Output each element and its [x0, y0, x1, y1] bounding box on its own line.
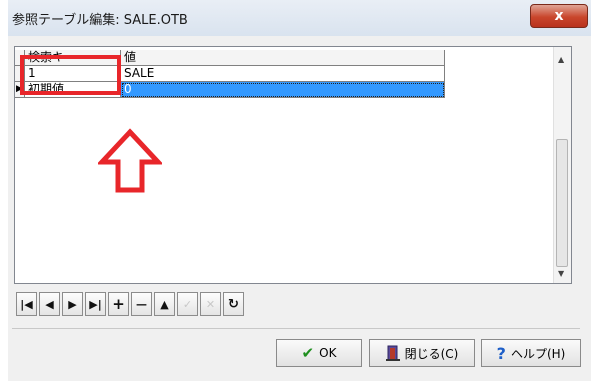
next-record-icon: ▶ [68, 297, 77, 311]
nav-next-button[interactable]: ▶ [62, 292, 83, 316]
nav-first-button[interactable]: |◀ [16, 292, 37, 316]
last-record-icon: ▶| [89, 297, 102, 311]
nav-last-button[interactable]: ▶| [85, 292, 106, 316]
ok-button[interactable]: ✔ OK [276, 339, 362, 367]
help-button[interactable]: ? ヘルプ(H) [481, 339, 581, 367]
cancel-icon: ✕ [205, 297, 216, 311]
vertical-scrollbar[interactable]: ▲ ▼ [553, 47, 571, 283]
first-record-icon: |◀ [20, 297, 33, 311]
checkmark-icon: ✔ [301, 344, 315, 362]
check-icon: ✓ [182, 297, 193, 311]
scroll-up-icon[interactable]: ▲ [558, 55, 564, 64]
help-label: ヘルプ(H) [510, 346, 566, 361]
annotation-rectangle [20, 55, 121, 95]
close-window-button[interactable]: x [530, 4, 588, 28]
nav-refresh-button[interactable]: ↻ [223, 292, 244, 316]
minus-icon: — [136, 297, 147, 311]
help-icon: ? [496, 343, 506, 363]
row-value-cell[interactable]: SALE [121, 66, 445, 82]
close-label: 閉じる(C) [404, 346, 459, 361]
divider [12, 328, 580, 329]
nav-post-button[interactable]: ✓ [177, 292, 198, 316]
close-button[interactable]: 閉じる(C) [369, 339, 475, 367]
window-title: 参照テーブル編集: SALE.OTB [12, 13, 188, 28]
nav-cancel-button[interactable]: ✕ [200, 292, 221, 316]
nav-prior-button[interactable]: ◀ [39, 292, 60, 316]
title-bar[interactable]: 参照テーブル編集: SALE.OTB x [8, 0, 591, 36]
annotation-arrow-icon [98, 128, 162, 193]
prior-record-icon: ◀ [45, 297, 54, 311]
nav-insert-button[interactable]: + [108, 292, 129, 316]
refresh-icon: ↻ [228, 296, 239, 312]
plus-icon: + [112, 295, 125, 313]
scroll-down-icon[interactable]: ▼ [558, 269, 564, 278]
scrollbar-thumb[interactable] [556, 139, 568, 267]
nav-delete-button[interactable]: — [131, 292, 152, 316]
selected-value-cell[interactable]: 0 [121, 82, 445, 98]
close-icon: x [554, 8, 564, 24]
door-icon [385, 345, 400, 361]
column-header-value[interactable]: 値 [121, 50, 445, 66]
edit-icon: ▲ [160, 297, 169, 311]
nav-edit-button[interactable]: ▲ [154, 292, 175, 316]
ok-label: OK [319, 346, 337, 360]
